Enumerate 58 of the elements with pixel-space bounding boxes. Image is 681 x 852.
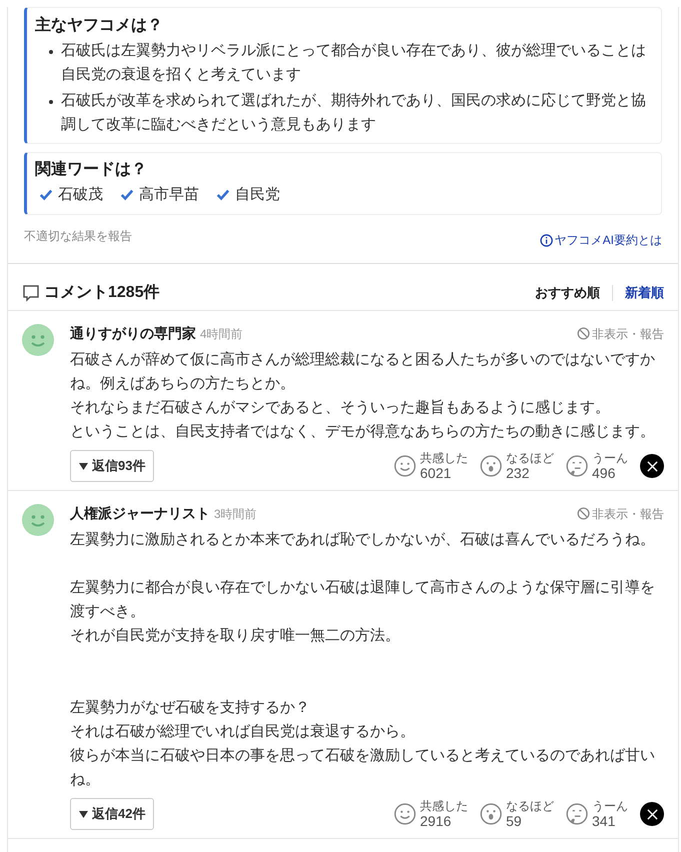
about-link[interactable]: ヤフコメAI要約とは [540,231,662,249]
caret-icon [79,810,88,818]
avatar-icon [22,504,54,536]
comment-text: それは石破が総理でいれば自民党は衰退するから。 [70,722,416,742]
info-icon [540,234,553,246]
check-icon [119,188,135,202]
smile-face-icon [394,803,416,825]
comment-text: 彼らが本当に石破や日本の事を思って石破を激励していると考えているのであれば甘いね。 [70,746,656,790]
sort-tab[interactable]: おすすめ順 [535,282,600,302]
surprised-face-icon [480,803,502,825]
reaction-button[interactable]: 共感した 6021 [394,451,468,481]
caret-icon [79,462,88,470]
replies-button[interactable]: 返信93件 [70,450,154,482]
x-logo-icon [646,808,658,820]
comment-text: それならまだ石破さんがマシであると、そういった趣旨もあるように感じます。 [70,398,611,418]
reaction-button[interactable]: なるほど 59 [480,799,554,829]
comment-text: 左翼勢力に激励されるとか本来であれば恥でしかないが、石破は喜んでいるだろうね。 [70,530,656,550]
block-icon [577,507,590,520]
summary-title: 主なヤフコメは？ [35,15,164,36]
replies-button[interactable]: 返信42件 [70,798,154,830]
reaction-button[interactable]: なるほど 232 [480,451,554,481]
pondering-face-icon [566,803,588,825]
x-share-button[interactable] [640,802,664,826]
hide-report-link[interactable]: 非表示・報告 [577,504,664,522]
sort-tab[interactable]: 新着順 [625,282,664,302]
report-link[interactable]: 不適切な結果を報告 [24,227,132,245]
block-icon [577,327,590,340]
comment-text: 左翼勢力に都合が良い存在でしかない石破は退陣して高市さんのような保守層に引導を渡すべき。 [70,578,656,622]
related-title: 関連ワードは？ [35,160,148,180]
related-word[interactable]: 石破茂 [58,184,103,206]
summary-point: 石破氏が改革を求められて選ばれたが、期待外れであり、国民の求めに応じて野党と協調して改革に臨むべきだという意見もあります [61,91,647,135]
x-share-button[interactable] [640,454,664,478]
related-word[interactable]: 高市早苗 [139,184,199,206]
reaction-button[interactable]: うーん 496 [566,451,628,481]
post-time: 3時間前 [214,506,257,523]
comment-icon [22,284,40,302]
check-icon [38,188,54,202]
hide-report-link[interactable]: 非表示・報告 [577,324,664,342]
comments-title: コメント1285件 [44,282,160,302]
summary-point: 石破氏は左翼勢力やリベラル派にとって都合が良い存在であり、彼が総理でいることは自民党の衰退を招くと考えています [61,41,647,85]
reaction-button[interactable]: うーん 341 [566,799,628,829]
comment-text: 左翼勢力がなぜ石破を支持するか？ [70,698,311,718]
smile-face-icon [394,455,416,477]
author-name[interactable]: 通りすがりの専門家 [70,323,196,344]
x-logo-icon [646,460,658,472]
pondering-face-icon [566,455,588,477]
post-time: 4時間前 [200,326,243,343]
bullet-icon [49,50,53,54]
comment-text: 石破さんが辞めて仮に高市さんが総理総裁になると困る人たちが多いのではないですかね。例えばあちらの方たちとか。 [70,350,656,394]
related-word[interactable]: 自民党 [235,184,280,206]
surprised-face-icon [480,455,502,477]
comment-text: ということは、自民支持者ではなく、デモが得意なあちらの方たちの動きに感じます。 [70,422,656,442]
author-name[interactable]: 人権派ジャーナリスト [70,503,210,524]
avatar-icon [22,324,54,356]
comment-text: それが自民党が支持を取り戻す唯一無二の方法。 [70,626,401,646]
reaction-button[interactable]: 共感した 2916 [394,799,468,829]
check-icon [215,188,231,202]
bullet-icon [49,100,53,104]
